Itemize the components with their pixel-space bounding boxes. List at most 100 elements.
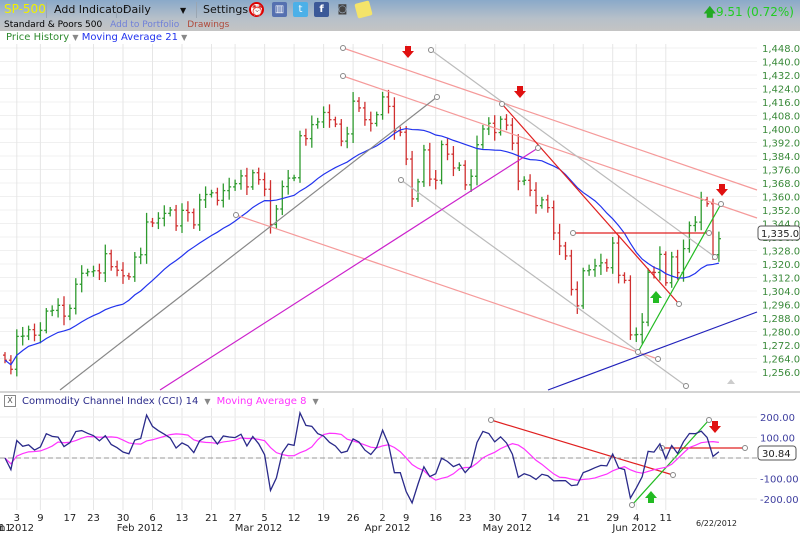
price-bar — [433, 170, 438, 190]
date-tick-label: 26 — [347, 513, 360, 524]
price-bar — [569, 249, 574, 296]
price-tick-label: 1,328.00 — [762, 247, 800, 258]
price-axis: 1,448.00 1,440.00 1,432.00 1,424.00 1,416.00… — [762, 44, 800, 379]
price-bar — [262, 172, 267, 197]
price-bar — [362, 101, 367, 126]
price-bar — [675, 249, 680, 280]
price-bar — [475, 135, 479, 186]
chart-area[interactable]: 1,448.00 1,440.00 1,432.00 1,424.00 1,416.00… — [0, 0, 800, 533]
price-bar — [185, 201, 190, 222]
price-bar — [604, 258, 609, 272]
price-bar — [73, 278, 78, 315]
price-bar — [534, 182, 538, 214]
last-price-box: 1,335.02 — [757, 225, 800, 241]
arrow-down-icon — [709, 421, 721, 433]
price-bar — [321, 106, 326, 128]
trendlines — [59, 45, 758, 508]
price-bar — [203, 186, 208, 208]
price-bar — [156, 212, 161, 230]
cci-tick-label: 100.00 — [760, 434, 795, 445]
price-bar — [126, 272, 131, 280]
price-bar — [197, 193, 202, 231]
price-tick-label: 1,424.00 — [762, 85, 800, 96]
price-tick-label: 1,264.00 — [762, 355, 800, 366]
moving-average-21-line — [4, 127, 720, 366]
price-bar — [56, 298, 61, 318]
date-tick-label: 21 — [577, 513, 590, 524]
price-bar — [26, 325, 31, 341]
month-label: Apr 2012 — [365, 523, 411, 533]
price-tick-label: 1,376.00 — [762, 166, 800, 177]
price-bar — [404, 126, 409, 166]
cci-menu[interactable]: Commodity Channel Index (CCI) 14 — [22, 396, 198, 407]
price-tick-label: 1,312.00 — [762, 274, 800, 285]
price-tick-label: 1,304.00 — [762, 287, 800, 298]
price-bar — [298, 130, 302, 183]
date-tick-label: 13 — [176, 513, 189, 524]
trendline — [342, 47, 758, 191]
price-bar — [244, 167, 249, 195]
chevron-down-icon[interactable]: ▼ — [312, 397, 318, 406]
price-bar — [50, 305, 55, 317]
price-bar — [498, 116, 503, 136]
price-bar — [504, 114, 509, 131]
price-bar — [699, 191, 704, 231]
price-bar — [634, 327, 639, 342]
price-bar — [191, 208, 196, 229]
price-bar — [150, 217, 155, 228]
price-bar — [657, 246, 662, 281]
date-tick-label: 16 — [429, 513, 442, 524]
month-label: Mar 2012 — [235, 523, 282, 533]
price-bar — [303, 128, 308, 146]
trendline — [430, 49, 716, 258]
price-bar — [233, 179, 238, 191]
price-tick-label: 1,296.00 — [762, 301, 800, 312]
price-bar — [421, 144, 426, 187]
price-bar — [681, 239, 686, 282]
price-bar — [539, 196, 544, 209]
trendline — [159, 147, 539, 391]
price-bar — [669, 251, 674, 288]
price-tick-label: 1,256.00 — [762, 368, 800, 379]
price-bar — [410, 150, 415, 207]
price-tick-label: 1,320.00 — [762, 260, 800, 271]
price-bar — [351, 92, 356, 144]
price-bar — [357, 97, 361, 112]
price-bar — [85, 268, 90, 277]
cci-ma-menu[interactable]: Moving Average 8 — [217, 396, 307, 407]
chevron-down-icon[interactable]: ▼ — [204, 397, 210, 406]
price-tick-label: 1,368.00 — [762, 179, 800, 190]
trendline — [547, 311, 758, 391]
price-tick-label: 1,384.00 — [762, 152, 800, 163]
price-tick-label: 1,280.00 — [762, 328, 800, 339]
last-cci-box: 30.84 — [757, 445, 797, 461]
price-tick-label: 1,440.00 — [762, 58, 800, 69]
price-bar — [345, 126, 350, 149]
cci-tick-label: 200.00 — [760, 413, 795, 424]
price-bar — [44, 308, 49, 334]
date-tick-label: 14 — [547, 513, 560, 524]
price-bar — [463, 160, 468, 190]
price-bar — [286, 170, 291, 195]
close-indicator-button[interactable]: X — [4, 395, 16, 407]
annotation-arrows — [402, 46, 728, 503]
date-tick-label: 11 — [659, 513, 672, 524]
date-tick-label: 23 — [459, 513, 472, 524]
price-bar — [616, 234, 621, 284]
price-bar — [663, 251, 668, 286]
price-bar — [115, 260, 120, 277]
trendline — [59, 96, 438, 391]
price-bar — [522, 176, 527, 186]
price-bar — [581, 267, 586, 309]
arrow-down-icon — [716, 184, 728, 196]
drawing-handles — [233, 45, 748, 508]
price-bar — [256, 167, 261, 185]
scroll-up-icon[interactable] — [727, 379, 735, 384]
price-bar — [144, 212, 149, 264]
price-bar — [416, 178, 420, 202]
price-bar — [168, 206, 173, 217]
last-cci-label: 30.84 — [762, 449, 791, 460]
price-bar — [20, 326, 25, 346]
price-bar — [221, 183, 226, 208]
price-bar — [109, 249, 114, 271]
